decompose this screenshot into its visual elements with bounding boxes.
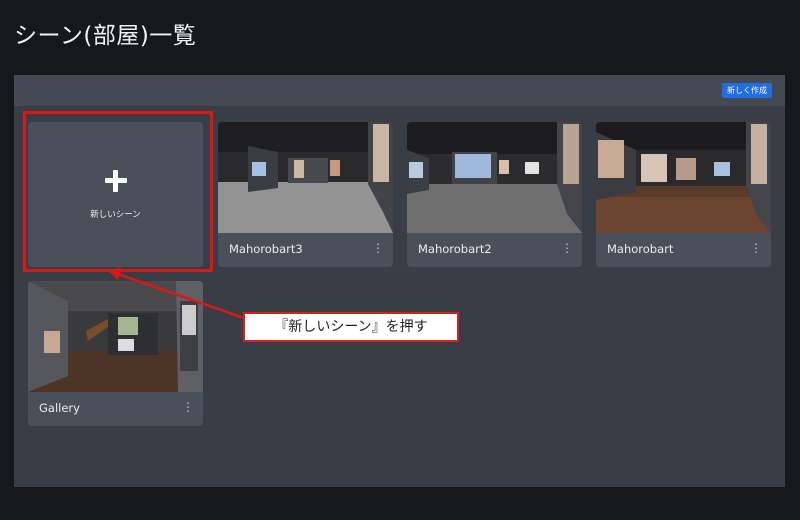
scene-thumbnail — [407, 122, 582, 233]
scene-thumbnail — [28, 281, 203, 392]
scene-title: Mahorobart3 — [229, 242, 303, 256]
new-scene-label: 新しいシーン — [90, 210, 141, 220]
scene-thumbnail — [218, 122, 393, 233]
more-vertical-icon[interactable]: ⋮ — [749, 238, 763, 258]
panel-header: 新しく作成 — [14, 75, 785, 106]
more-vertical-icon[interactable]: ⋮ — [181, 397, 195, 417]
create-new-button[interactable]: 新しく作成 — [722, 83, 772, 98]
scene-card-gallery[interactable]: Gallery ⋮ — [28, 281, 203, 426]
scene-title: Mahorobart2 — [418, 242, 492, 256]
scene-title: Mahorobart — [607, 242, 674, 256]
scene-thumbnail — [596, 122, 771, 233]
more-vertical-icon[interactable]: ⋮ — [371, 238, 385, 258]
more-vertical-icon[interactable]: ⋮ — [560, 238, 574, 258]
scene-card-mahorobart3[interactable]: Mahorobart3 ⋮ — [218, 122, 393, 267]
scene-card-mahorobart2[interactable]: Mahorobart2 ⋮ — [407, 122, 582, 267]
plus-icon — [105, 170, 127, 192]
page-title: シーン(部屋)一覧 — [14, 23, 197, 49]
callout-label: 『新しいシーン』を押す — [243, 312, 459, 342]
scene-card-mahorobart[interactable]: Mahorobart ⋮ — [596, 122, 771, 267]
scene-list-page: シーン(部屋)一覧 新しく作成 新しいシーン Mahorobart3 ⋮ Mah… — [0, 0, 800, 520]
scene-title: Gallery — [39, 401, 80, 415]
new-scene-card[interactable]: 新しいシーン — [28, 122, 203, 267]
